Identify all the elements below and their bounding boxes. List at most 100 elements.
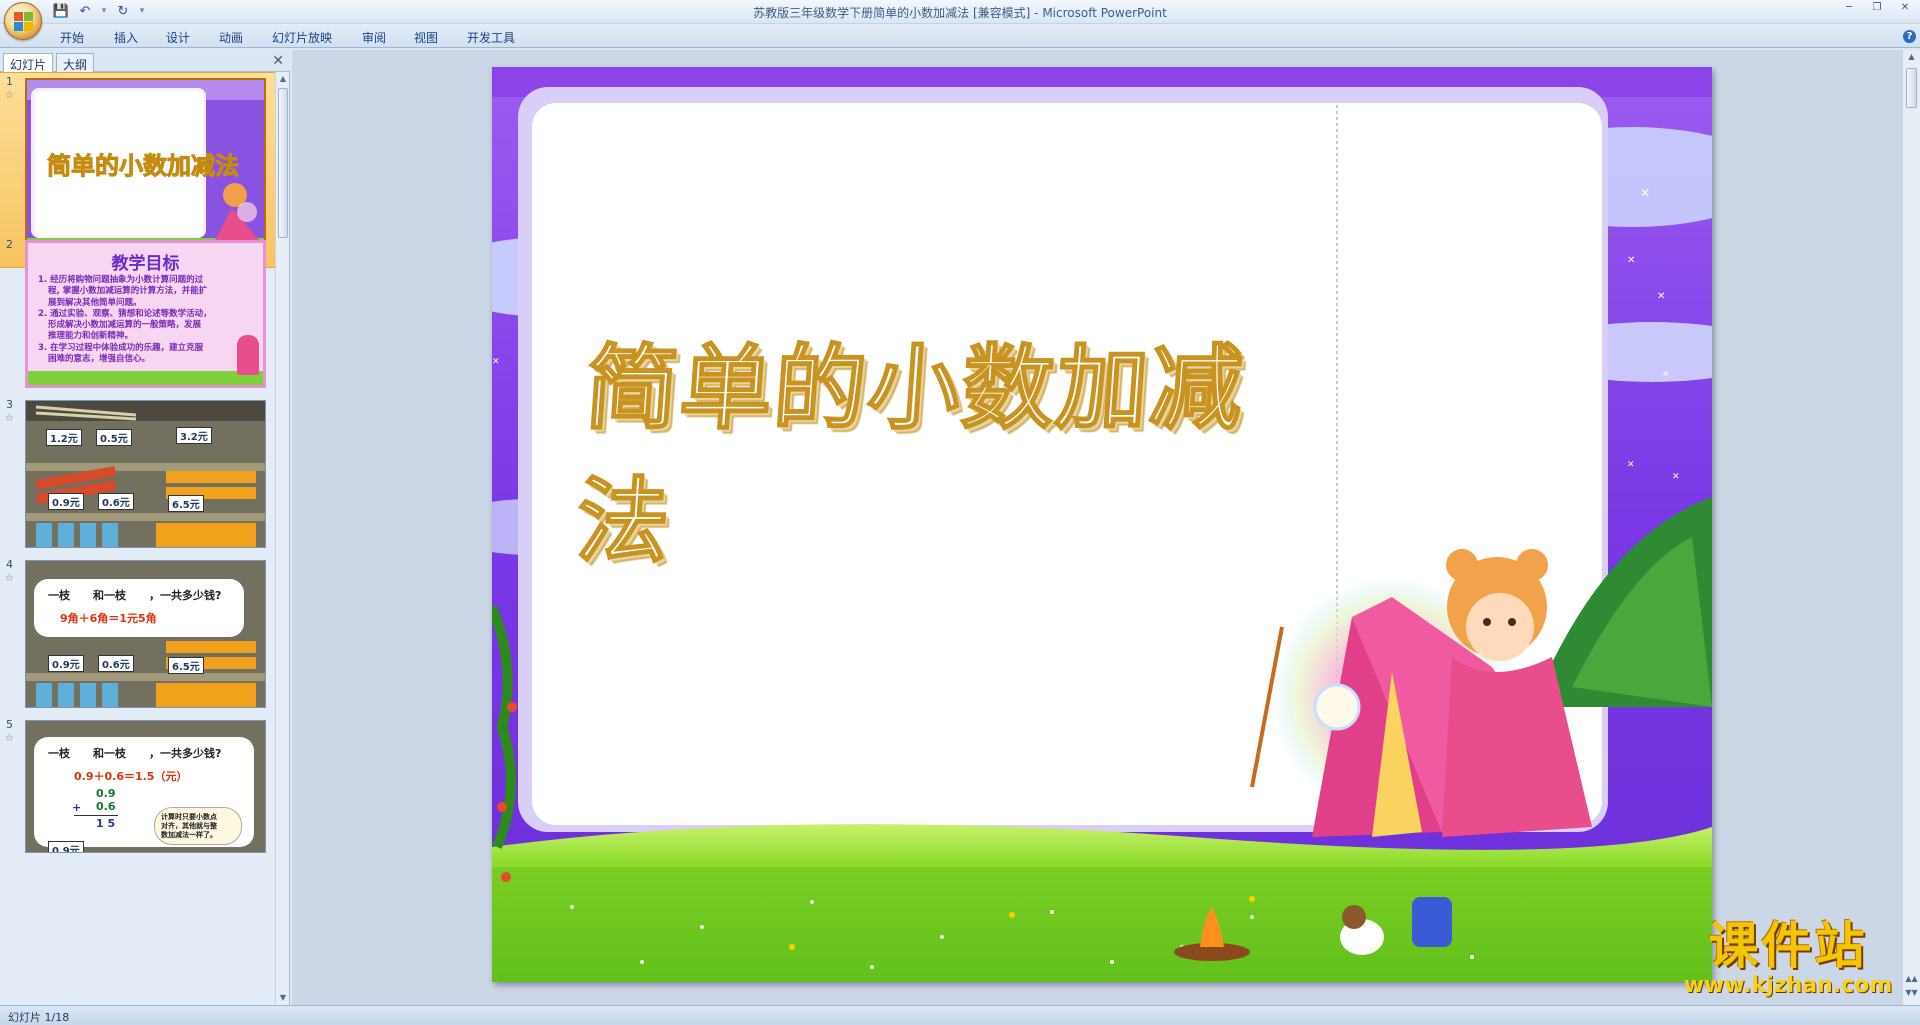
question-text: 一枝 和一枝 ，一共多少钱? [48, 589, 222, 602]
price-tag: 0.6元 [98, 493, 134, 510]
tab-home[interactable]: 开始 [60, 29, 84, 46]
title-separator: - [1030, 6, 1043, 20]
thumbnail-preview: 1.2元 0.5元 3.2元 0.9元 0.6元 6.5元 [25, 400, 266, 548]
animation-star-icon: ☆ [5, 733, 14, 744]
question-text: 一枝 和一枝 ，一共多少钱? [48, 747, 222, 760]
objective-line: 展到解决其他简单问题。 [48, 297, 142, 308]
price-tag: 0.6元 [98, 655, 134, 672]
watermark-brand: 课件站 [1708, 916, 1868, 975]
price-tag: 3.2元 [176, 427, 212, 444]
vertical-second: 0.6 [96, 800, 116, 813]
equation-text: 0.9＋0.6＝1.5（元） [74, 770, 188, 783]
app-name: Microsoft PowerPoint [1042, 6, 1167, 20]
tab-developer[interactable]: 开发工具 [467, 29, 515, 46]
tab-design[interactable]: 设计 [166, 29, 190, 46]
tip-line: 对齐，其他就与整 [161, 822, 217, 830]
tip-line: 数加减法一样了。 [161, 831, 217, 839]
status-bar: 幻灯片 1/18 [0, 1005, 1920, 1025]
tab-insert[interactable]: 插入 [114, 29, 138, 46]
thumbnail-1-title: 简单的小数加减法 [47, 151, 239, 180]
price-tag: 6.5元 [168, 657, 204, 674]
svg-text:✕: ✕ [1657, 291, 1665, 302]
minimize-icon[interactable]: ─ [1840, 2, 1858, 14]
slide-number: 2 [6, 238, 13, 251]
vertical-result: 1 5 [96, 817, 116, 830]
tab-outline[interactable]: 大纲 [56, 53, 95, 72]
ribbon-tabs: 开始 插入 设计 动画 幻灯片放映 审阅 视图 开发工具 ? [0, 24, 1920, 48]
scroll-up-icon[interactable]: ▲ [1905, 52, 1918, 61]
objective-line: 困难的意志，增强自信心。 [48, 354, 151, 365]
close-pane-icon[interactable]: ✕ [272, 53, 284, 69]
price-tag: 0.9元 [48, 841, 84, 852]
objective-line: 程, 掌握小数加减运算的计算方法，并能扩 [48, 286, 208, 297]
price-tag: 6.5元 [168, 495, 204, 512]
tip-line: 计算时只要小数点 [161, 813, 217, 821]
scroll-down-icon[interactable]: ▼ [277, 991, 289, 1005]
svg-text:✕: ✕ [1627, 460, 1635, 470]
answer-text: 9角＋6角＝1元5角 [60, 612, 157, 625]
window-title: 苏教版三年级数学下册简单的小数加减法 [兼容模式] - Microsoft Po… [0, 4, 1920, 21]
animation-star-icon: ☆ [5, 90, 14, 101]
editor-scrollbar[interactable]: ▲ ▲▲ ▼▼ [1902, 50, 1920, 1013]
vertical-top: 0.9 [96, 787, 116, 800]
pane-tabs: 幻灯片 大纲 ✕ [0, 50, 290, 72]
svg-text:✕: ✕ [492, 357, 500, 367]
thumbnail-preview: 一枝 和一枝 ，一共多少钱? 9角＋6角＝1元5角 0.9元 0.6元 6.5元 [25, 560, 266, 708]
speech-bubble: 一枝 和一枝 ，一共多少钱? 0.9＋0.6＝1.5（元） 0.9 + 0.6 … [34, 737, 254, 847]
watermark-url: www.kjzhan.com [1683, 973, 1893, 998]
svg-text:✕: ✕ [1662, 370, 1670, 380]
slide-thumbnail-5[interactable]: 5 ☆ 一枝 和一枝 ，一共多少钱? 0.9＋0.6＝1.5（元） 0.9 + … [0, 713, 276, 853]
help-icon[interactable]: ? [1903, 30, 1916, 43]
scroll-thumb[interactable] [278, 88, 288, 238]
window-controls: ─ ❐ ✕ [1840, 2, 1914, 14]
document-title: 苏教版三年级数学下册简单的小数加减法 [兼容模式] [753, 6, 1031, 20]
title-bar: 💾 ↶ ▾ ↻ ▾ 苏教版三年级数学下册简单的小数加减法 [兼容模式] - Mi… [0, 0, 1920, 40]
thumbnail-preview: 教学目标 1. 经历将购物问题抽象为小数计算问题的过 程, 掌握小数加减运算的计… [25, 240, 266, 388]
shelf-illustration [26, 401, 265, 547]
slide-title[interactable]: 简单的小数加减法 [572, 297, 1293, 597]
speech-bubble: 一枝 和一枝 ，一共多少钱? 9角＋6角＝1元5角 [34, 579, 244, 637]
tab-review[interactable]: 审阅 [362, 29, 386, 46]
tab-slide-show[interactable]: 幻灯片放映 [272, 29, 332, 46]
slide-number: 3 [6, 398, 13, 411]
svg-text:✕: ✕ [1627, 255, 1635, 266]
objective-line: 形成解决小数加减运算的一般策略，发展 [48, 320, 202, 331]
tab-animations[interactable]: 动画 [219, 29, 243, 46]
svg-text:✕: ✕ [1640, 186, 1650, 200]
animation-star-icon: ☆ [5, 573, 14, 584]
tab-view[interactable]: 视图 [414, 29, 438, 46]
thumbnail-2-title: 教学目标 [111, 254, 180, 274]
slides-pane: 幻灯片 大纲 ✕ 1 ☆ 简单的小数加减法 2 教学目标 1. 经历将购物问题抽… [0, 50, 290, 1005]
thumbnail-preview: 一枝 和一枝 ，一共多少钱? 0.9＋0.6＝1.5（元） 0.9 + 0.6 … [25, 720, 266, 853]
objective-line: 2. 通过实验、观察、猜想和论述等数学活动， [38, 308, 212, 319]
slide-number: 1 [6, 75, 13, 88]
slide-number: 4 [6, 558, 13, 571]
slide-canvas[interactable]: ✕ ✕ ✕ ✕ ✕ ✕ ✕ 简单的小数加减法 [492, 67, 1712, 982]
tab-slides[interactable]: 幻灯片 [3, 53, 54, 72]
girl-illustration [237, 335, 259, 375]
office-button[interactable] [4, 2, 42, 40]
site-watermark: 课件站 www.kjzhan.com [1668, 918, 1908, 1000]
restore-icon[interactable]: ❐ [1868, 2, 1886, 14]
slide-thumbnail-list: 1 ☆ 简单的小数加减法 2 教学目标 1. 经历将购物问题抽象为小数计算问题的… [0, 72, 276, 1005]
scroll-thumb[interactable] [1906, 68, 1917, 108]
vertical-line [74, 815, 118, 816]
price-tag: 0.5元 [96, 429, 132, 446]
office-logo-icon [14, 12, 34, 32]
pane-scrollbar[interactable]: ▲ ▼ [275, 72, 289, 1005]
price-tag: 0.9元 [48, 493, 84, 510]
animation-star-icon: ☆ [5, 413, 14, 424]
objective-line: 推理能力和创新精神。 [48, 331, 134, 342]
slide-number: 5 [6, 718, 13, 731]
thumbnail-2-body: 1. 经历将购物问题抽象为小数计算问题的过 程, 掌握小数加减运算的计算方法，并… [38, 275, 263, 365]
price-tag: 0.9元 [48, 655, 84, 672]
price-tag: 1.2元 [46, 429, 82, 446]
slide-indicator: 幻灯片 1/18 [8, 1011, 70, 1024]
grass-strip [28, 371, 263, 385]
scroll-up-icon[interactable]: ▲ [277, 72, 289, 86]
tip-cloud: 计算时只要小数点 对齐，其他就与整 数加减法一样了。 [154, 807, 242, 845]
vertical-plus: + [72, 801, 82, 814]
objective-line: 3. 在学习过程中体验成功的乐趣，建立克服 [38, 342, 204, 353]
close-icon[interactable]: ✕ [1896, 2, 1914, 14]
svg-text:✕: ✕ [1672, 472, 1680, 482]
